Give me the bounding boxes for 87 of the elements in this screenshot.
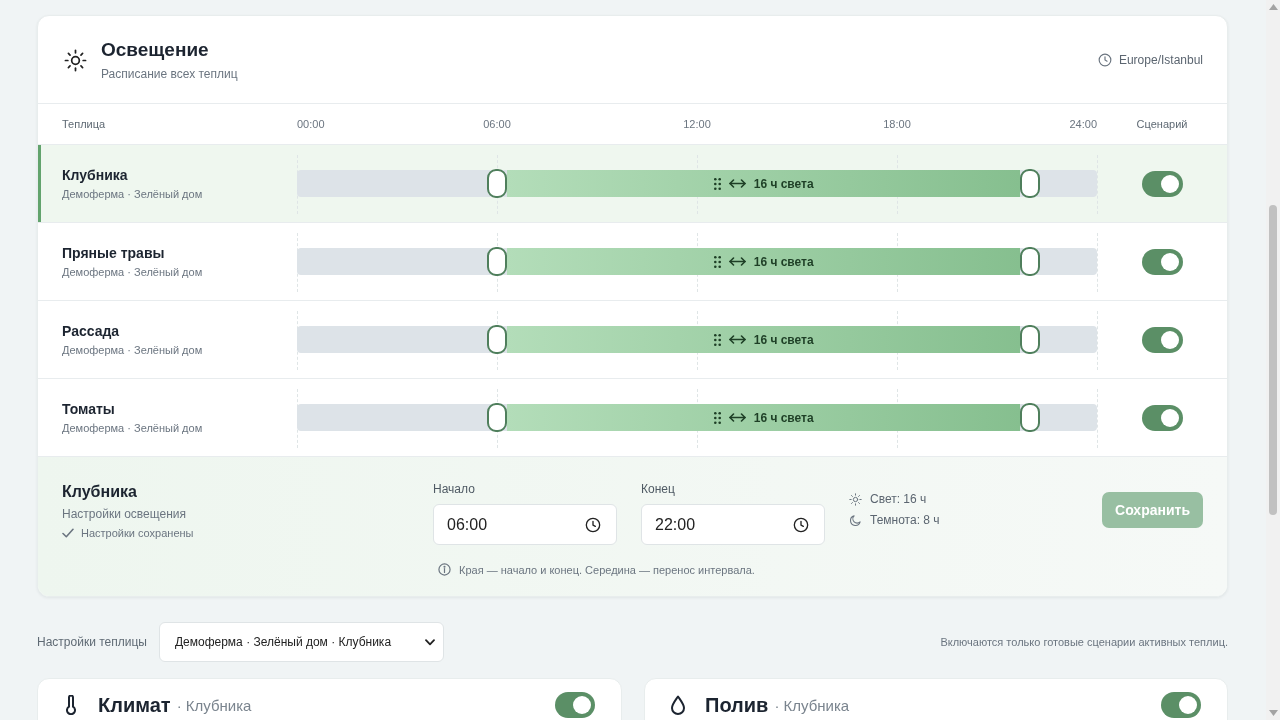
card-subtitle: · Клубника: [176, 696, 252, 714]
greenhouse-location: Демоферма · Зелёный дом: [62, 343, 204, 357]
greenhouse-location: Демоферма · Зелёный дом: [62, 265, 204, 279]
start-time-field[interactable]: 06:00: [433, 504, 617, 545]
light-interval-bar[interactable]: 16 ч света: [507, 404, 1021, 431]
column-header: Сценарий: [1135, 118, 1189, 130]
light-duration: 16 ч света: [753, 176, 814, 191]
scroll-up-arrow-icon[interactable]: [1268, 4, 1278, 10]
scenario-toggle[interactable]: [1141, 404, 1183, 431]
light-interval-bar[interactable]: 16 ч света: [507, 248, 1021, 275]
card-subtitle: · Клубника: [774, 696, 850, 714]
time-tick-label: 06:00: [483, 118, 511, 130]
check-icon: [62, 528, 74, 538]
light-interval-bar[interactable]: 16 ч света: [507, 326, 1021, 353]
schedule-track[interactable]: 16 ч света: [297, 404, 1097, 431]
scenario-toggle[interactable]: [1141, 326, 1183, 353]
droplet-icon: [669, 695, 687, 715]
double-arrow-icon: [728, 179, 746, 188]
hint-text: Края — начало и конец. Середина — перенос интервала.: [459, 563, 755, 576]
scenario-toggle[interactable]: [1141, 248, 1183, 275]
greenhouse-location: Демоферма · Зелёный дом: [62, 421, 204, 435]
save-status: Настройки сохранены: [81, 527, 194, 539]
scrollbar-thumb[interactable]: [1269, 205, 1277, 515]
drag-grip-icon: [713, 333, 721, 346]
double-arrow-icon: [728, 413, 746, 422]
greenhouse-name: Рассада: [62, 322, 121, 340]
panel-title: Освещение: [101, 38, 210, 62]
double-arrow-icon: [728, 335, 746, 344]
column-header: Теплица: [61, 118, 107, 130]
scrollbar[interactable]: [1266, 0, 1280, 720]
clock-icon: [793, 516, 809, 533]
time-tick-label: 18:00: [883, 118, 911, 130]
end-handle[interactable]: [1020, 247, 1041, 276]
editor-title: Клубника: [62, 482, 138, 502]
picker-note: Включаются только готовые сценарии активных теплиц.: [940, 636, 1228, 648]
info-icon: [438, 563, 451, 576]
greenhouse-row[interactable]: Томаты Демоферма · Зелёный дом 16 ч света: [38, 379, 1227, 457]
time-tick-label: 24:00: [1069, 118, 1097, 130]
greenhouse-name: Клубника: [62, 166, 129, 184]
schedule-track[interactable]: 16 ч света: [297, 170, 1097, 197]
scroll-down-arrow-icon[interactable]: [1268, 710, 1278, 716]
greenhouse-location: Демоферма · Зелёный дом: [62, 187, 204, 201]
end-handle[interactable]: [1020, 325, 1041, 354]
end-handle[interactable]: [1020, 169, 1041, 198]
schedule-track[interactable]: 16 ч света: [297, 248, 1097, 275]
end-time-field[interactable]: 22:00: [641, 504, 825, 545]
chevron-down-icon: [424, 638, 435, 646]
light-stat: Темнота: 8 ч: [870, 513, 940, 527]
clock-icon: [1097, 53, 1112, 67]
time-tick-label: 12:00: [683, 118, 711, 130]
greenhouse-name: Пряные травы: [62, 244, 166, 262]
drag-grip-icon: [713, 255, 721, 268]
moon-icon: [849, 513, 862, 527]
schedule-track[interactable]: 16 ч света: [297, 326, 1097, 353]
start-handle[interactable]: [487, 169, 507, 198]
start-handle[interactable]: [487, 325, 507, 354]
start-handle[interactable]: [487, 403, 507, 432]
greenhouse-name: Томаты: [62, 400, 116, 418]
light-interval-bar[interactable]: 16 ч света: [507, 170, 1021, 197]
light-duration: 16 ч света: [753, 254, 814, 269]
card-toggle[interactable]: [555, 692, 595, 718]
light-duration: 16 ч света: [753, 410, 814, 425]
start-handle[interactable]: [487, 247, 507, 276]
light-stat: Свет: 16 ч: [870, 492, 927, 506]
drag-grip-icon: [713, 411, 721, 424]
sun-icon: [64, 48, 87, 72]
editor-subtitle: Настройки освещения: [62, 506, 187, 522]
card-title: Климат: [98, 693, 171, 717]
field-label: Начало: [433, 482, 476, 496]
picker-label: Настройки теплицы: [37, 635, 147, 649]
greenhouse-select[interactable]: Демоферма · Зелёный дом · Клубника: [158, 622, 444, 662]
scenario-toggle[interactable]: [1141, 170, 1183, 197]
clock-icon: [585, 516, 601, 533]
double-arrow-icon: [728, 257, 746, 266]
card-title: Полив: [705, 693, 769, 717]
field-label: Конец: [641, 482, 676, 496]
timezone-label: Europe/Istanbul: [1118, 53, 1203, 67]
time-tick-label: 00:00: [297, 118, 325, 130]
card-toggle[interactable]: [1161, 692, 1201, 718]
greenhouse-row[interactable]: Рассада Демоферма · Зелёный дом 16 ч света: [38, 301, 1227, 379]
panel-subtitle: Расписание всех теплиц: [101, 66, 238, 82]
end-handle[interactable]: [1020, 403, 1041, 432]
drag-grip-icon: [713, 177, 721, 190]
greenhouse-row[interactable]: Пряные травы Демоферма · Зелёный дом 16 ч света: [38, 223, 1227, 301]
light-duration: 16 ч света: [753, 332, 814, 347]
greenhouse-row[interactable]: Клубника Демоферма · Зелёный дом 16 ч света: [38, 145, 1227, 223]
sun-icon: [849, 492, 862, 506]
